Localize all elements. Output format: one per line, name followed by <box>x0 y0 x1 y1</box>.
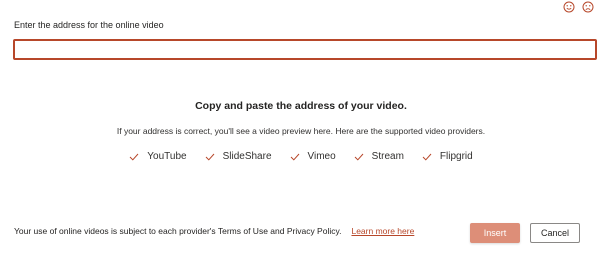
insert-button[interactable]: Insert <box>470 223 520 243</box>
learn-more-link[interactable]: Learn more here <box>351 226 414 236</box>
provider-name: YouTube <box>147 151 187 162</box>
terms-notice: Your use of online videos is subject to … <box>14 226 414 236</box>
check-icon <box>422 152 432 162</box>
cancel-button[interactable]: Cancel <box>530 223 580 243</box>
provider-name: Vimeo <box>307 151 336 162</box>
check-icon <box>129 152 139 162</box>
terms-text: Your use of online videos is subject to … <box>14 226 342 236</box>
check-icon <box>205 152 215 162</box>
provider-name: Flipgrid <box>439 151 473 162</box>
provider-flipgrid: Flipgrid <box>422 151 473 162</box>
instructions-heading: Copy and paste the address of your video… <box>195 100 407 112</box>
check-icon <box>290 152 300 162</box>
provider-name: SlideShare <box>222 151 272 162</box>
insert-online-video-dialog: Enter the address for the online video C… <box>0 0 602 257</box>
video-url-input[interactable] <box>13 39 597 60</box>
provider-vimeo: Vimeo <box>290 151 336 162</box>
supported-providers-list: YouTube SlideShare Vimeo Stream Flipgrid <box>0 151 602 162</box>
provider-stream: Stream <box>354 151 404 162</box>
provider-name: Stream <box>371 151 404 162</box>
check-icon <box>354 152 364 162</box>
feedback-controls <box>562 0 594 13</box>
instructions-description: If your address is correct, you'll see a… <box>116 126 486 136</box>
url-field-label: Enter the address for the online video <box>14 20 164 30</box>
frown-icon[interactable] <box>581 0 594 13</box>
provider-youtube: YouTube <box>129 151 187 162</box>
provider-slideshare: SlideShare <box>205 151 272 162</box>
smile-icon[interactable] <box>562 0 575 13</box>
